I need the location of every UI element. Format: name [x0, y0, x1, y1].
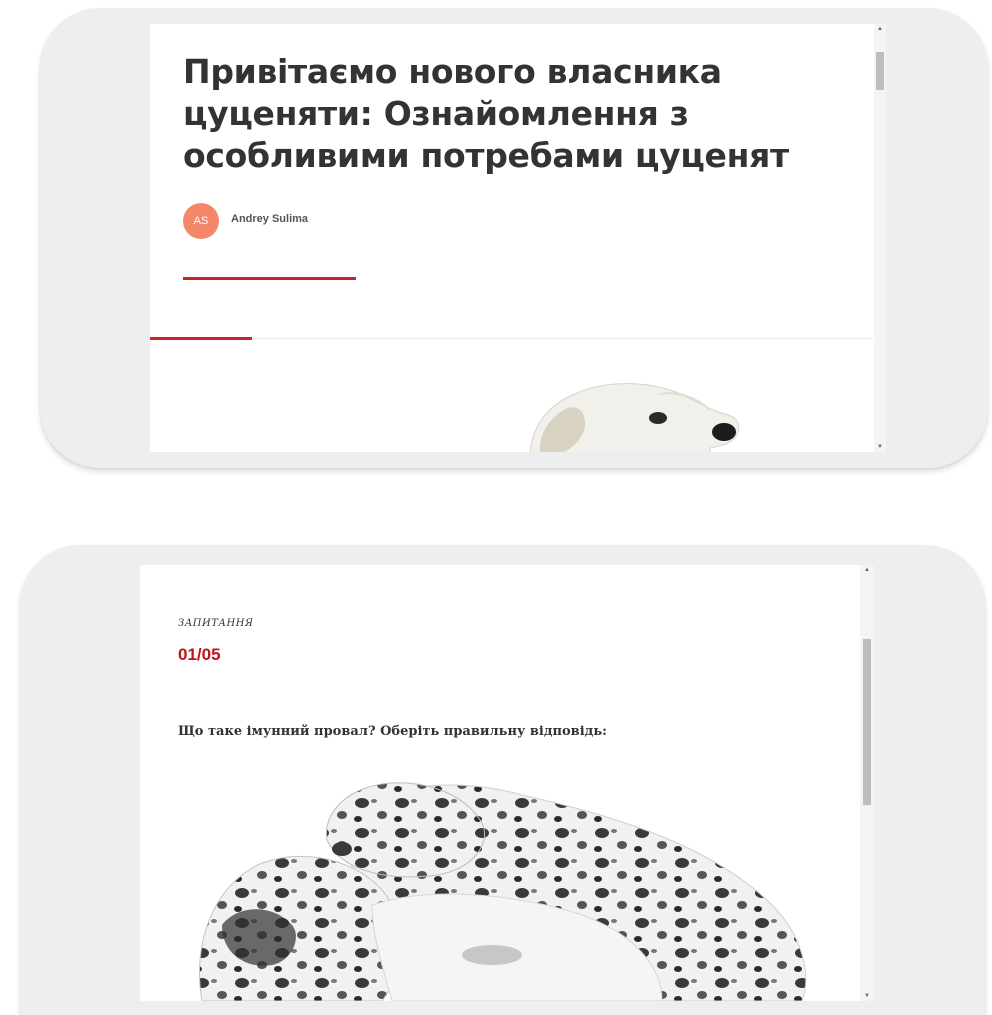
scroll-down-icon[interactable]: ▼: [874, 442, 886, 452]
scrollbar[interactable]: ▲ ▼: [860, 565, 874, 1001]
author-name[interactable]: Andrey Sulima: [231, 213, 308, 225]
question-text: Що таке імунний провал? Оберіть правильн…: [178, 724, 607, 739]
phone-frame-article: Привітаємо нового власника цуценяти: Озн…: [40, 8, 988, 468]
scrollbar-thumb[interactable]: [876, 52, 884, 90]
phone-frame-quiz: ЗАПИТАННЯ 01/05 Що таке імунний провал? …: [20, 545, 985, 1015]
scrollbar-thumb[interactable]: [863, 639, 871, 805]
progress-indicator: [150, 337, 252, 340]
scroll-down-icon[interactable]: ▼: [860, 991, 874, 1001]
question-counter: 01/05: [178, 645, 221, 664]
section-divider: [150, 338, 874, 339]
article-screen: Привітаємо нового власника цуценяти: Озн…: [150, 24, 874, 452]
scrollbar[interactable]: ▲ ▼: [874, 24, 886, 452]
title-underline: [183, 277, 356, 280]
author-avatar[interactable]: AS: [183, 203, 219, 239]
scroll-up-icon[interactable]: ▲: [874, 24, 886, 34]
article-title: Привітаємо нового власника цуценяти: Озн…: [183, 52, 789, 175]
quiz-screen: ЗАПИТАННЯ 01/05 Що таке імунний провал? …: [140, 565, 860, 1001]
puppies-image: [199, 782, 807, 1001]
question-label: ЗАПИТАННЯ: [178, 618, 254, 629]
puppy-image: [529, 383, 740, 452]
scroll-up-icon[interactable]: ▲: [860, 565, 874, 575]
